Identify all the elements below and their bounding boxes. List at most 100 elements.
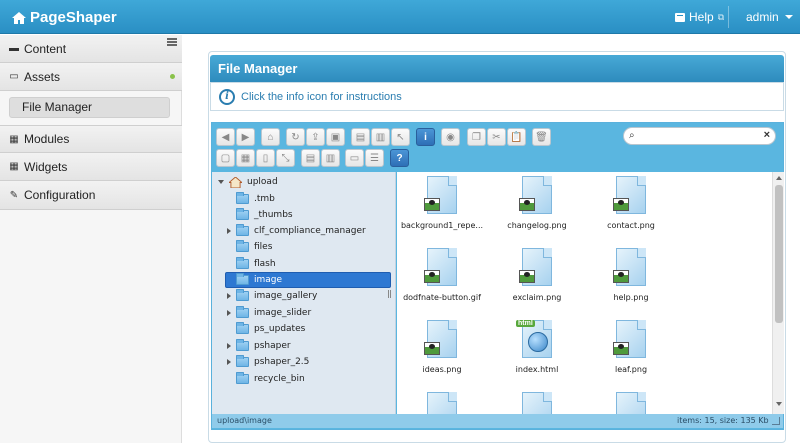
file-item[interactable]: ideas.png: [397, 320, 487, 384]
preview-button[interactable]: ◉: [441, 128, 460, 146]
tree-node-label: upload: [247, 177, 278, 187]
tree-node-label: image_slider: [254, 308, 312, 318]
folder-icon: [236, 322, 249, 334]
file-icon: [522, 392, 552, 414]
paste-button[interactable]: 📋: [507, 128, 526, 146]
file-item[interactable]: [397, 392, 487, 414]
file-item[interactable]: changelog.png: [492, 176, 582, 240]
file-item[interactable]: exclaim.png: [492, 248, 582, 312]
external-link-icon: ⧉: [717, 11, 725, 22]
upload-button[interactable]: ⇪: [306, 128, 325, 146]
user-menu[interactable]: admin: [746, 10, 793, 24]
expand-arrow-icon[interactable]: [227, 310, 231, 316]
back-button[interactable]: ◀: [216, 128, 235, 146]
tree-node-flash[interactable]: flash: [236, 257, 276, 271]
scroll-down-icon[interactable]: [776, 402, 782, 406]
tree-node-image-slider[interactable]: image_slider: [227, 306, 311, 320]
tree-node-label: ps_updates: [254, 324, 306, 334]
expand-arrow-icon[interactable]: [218, 180, 224, 184]
sidebar-item-label: Assets: [24, 69, 61, 84]
tree-node-label: .tmb: [254, 194, 275, 204]
forward-button[interactable]: ▶: [236, 128, 255, 146]
tree-node-files[interactable]: files: [236, 240, 272, 254]
expand-arrow-icon[interactable]: [227, 359, 231, 365]
save-button[interactable]: ▣: [326, 128, 345, 146]
file-grid: background1_repe... changelog.png contac…: [397, 172, 772, 414]
view-icons-button[interactable]: ▭: [345, 149, 364, 167]
sidebar-item-modules[interactable]: ▦ Modules: [0, 125, 182, 153]
file-item[interactable]: leaf.png: [586, 320, 676, 384]
logo[interactable]: PageShaper: [12, 9, 117, 26]
expand-arrow-icon[interactable]: [227, 293, 231, 299]
sidebar-item-assets[interactable]: ▭ Assets: [0, 63, 182, 91]
file-item[interactable]: background1_repe...: [397, 176, 487, 240]
tree-node-label: image_gallery: [254, 291, 318, 301]
copy-button[interactable]: ❐: [467, 128, 486, 146]
select-button[interactable]: ↖: [391, 128, 410, 146]
file-name: help.png: [613, 293, 649, 302]
file-item[interactable]: help.png: [586, 248, 676, 312]
download-button[interactable]: ▥: [371, 128, 390, 146]
extract-button[interactable]: ▤: [301, 149, 320, 167]
file-item[interactable]: dodfnate-button.gif: [397, 248, 487, 312]
info-button[interactable]: i: [416, 128, 435, 146]
html-badge: html: [516, 320, 535, 327]
file-item[interactable]: contact.png: [586, 176, 676, 240]
folder-icon: [236, 372, 249, 384]
tree-node-label: files: [254, 242, 273, 252]
cut-button[interactable]: ✂: [487, 128, 506, 146]
file-grid-scrollbar[interactable]: [772, 172, 784, 414]
logo-text: PageShaper: [30, 9, 117, 26]
sidebar-subitem-file-manager[interactable]: File Manager: [9, 97, 170, 118]
archive-button[interactable]: ▥: [321, 149, 340, 167]
new-folder-button[interactable]: ▢: [216, 149, 235, 167]
folder-icon: [236, 306, 249, 318]
tree-node-pshaper-2-5[interactable]: pshaper_2.5: [227, 355, 309, 369]
sidebar-item-widgets[interactable]: ▦ Widgets: [0, 153, 182, 181]
sidebar-item-content[interactable]: ▬ Content: [0, 35, 182, 63]
tree-node-recycle-bin[interactable]: recycle_bin: [236, 372, 305, 386]
tree-node-image[interactable]: image: [236, 273, 282, 287]
clear-search-icon[interactable]: ×: [764, 129, 770, 141]
view-list-button[interactable]: ☰: [365, 149, 384, 167]
file-name: index.html: [515, 365, 559, 374]
tree-node-ps-updates[interactable]: ps_updates: [236, 322, 305, 336]
collapse-sidebar-icon[interactable]: [167, 38, 177, 46]
tree-node-image-gallery[interactable]: image_gallery: [227, 289, 317, 303]
file-item[interactable]: [586, 392, 676, 414]
tree-node-label: pshaper_2.5: [254, 357, 310, 367]
select-all-button[interactable]: ▦: [236, 149, 255, 167]
file-name: ideas.png: [422, 365, 462, 374]
open-button[interactable]: ▤: [351, 128, 370, 146]
file-icon: [427, 392, 457, 414]
tree-node-tmb[interactable]: .tmb: [236, 192, 275, 206]
info-icon[interactable]: i: [219, 88, 235, 105]
scroll-up-icon[interactable]: [776, 176, 782, 180]
expand-arrow-icon[interactable]: [227, 343, 231, 349]
tree-node-upload[interactable]: upload: [218, 175, 278, 189]
book-icon: [675, 12, 685, 22]
resize-button[interactable]: ⤡: [276, 149, 295, 167]
sidebar-item-configuration[interactable]: ✎ Configuration: [0, 181, 182, 210]
tree-node-clf-compliance-manager[interactable]: clf_compliance_manager: [227, 224, 366, 238]
tree-node-thumbs[interactable]: _thumbs: [236, 208, 293, 222]
image-file-icon: [424, 320, 457, 358]
file-item[interactable]: [492, 392, 582, 414]
reload-button[interactable]: ↻: [286, 128, 305, 146]
help-label: Help: [689, 10, 714, 24]
new-file-button[interactable]: ▯: [256, 149, 275, 167]
drive-icon: ▭: [9, 71, 19, 82]
scrollbar-thumb[interactable]: [775, 185, 783, 323]
folder-icon: ▬: [9, 43, 19, 54]
folder-icon: [236, 339, 249, 351]
resize-handle[interactable]: [388, 290, 391, 298]
delete-button[interactable]: 🗑: [532, 128, 551, 146]
help-link[interactable]: Help ⧉: [675, 10, 724, 24]
help-button[interactable]: ?: [390, 149, 409, 167]
tree-node-pshaper[interactable]: pshaper: [227, 339, 291, 353]
search-input[interactable]: ⌕ ×: [623, 127, 776, 145]
file-item[interactable]: html index.html: [492, 320, 582, 384]
resize-grip-icon[interactable]: [772, 417, 780, 425]
expand-arrow-icon[interactable]: [227, 228, 231, 234]
home-button[interactable]: ⌂: [261, 128, 280, 146]
